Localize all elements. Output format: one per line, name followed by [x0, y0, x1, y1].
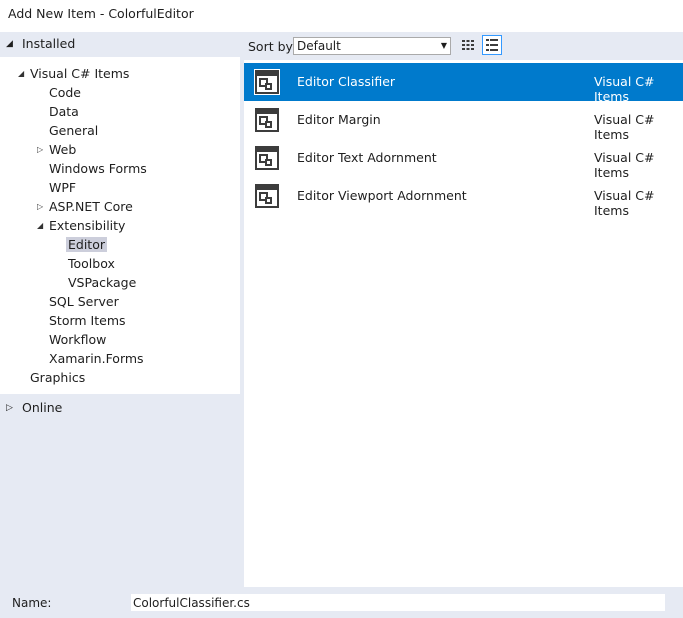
tree-item-label: VSPackage: [68, 275, 137, 290]
tree-item-label: Toolbox: [68, 256, 115, 271]
tree-item-general[interactable]: General: [49, 121, 98, 140]
tree-item-label: Visual C# Items: [30, 66, 130, 81]
tree-item-storm-items[interactable]: Storm Items: [49, 311, 126, 330]
list-view-button[interactable]: [482, 35, 502, 55]
tree-item-workflow[interactable]: Workflow: [49, 330, 106, 349]
left-pane: ◢ Installed ◢ Visual C# Items Code Data …: [0, 32, 240, 588]
online-label: Online: [22, 400, 63, 415]
bottom-bar: Name:: [0, 587, 683, 618]
tree-item-xamarin-forms[interactable]: Xamarin.Forms: [49, 349, 144, 368]
tree-item-sql-server[interactable]: SQL Server: [49, 292, 119, 311]
expanded-arrow-icon[interactable]: ◢: [6, 32, 13, 56]
tree-item-code[interactable]: Code: [49, 83, 81, 102]
tree-item-label: General: [49, 123, 99, 138]
collapsed-arrow-icon[interactable]: ▷: [6, 396, 13, 420]
tree-item-label: Storm Items: [49, 313, 126, 328]
toolbar: Sort by: Default ▼: [244, 32, 683, 60]
category-tree: ◢ Visual C# Items Code Data General ▷ We…: [0, 57, 240, 394]
tree-item-visual-csharp-items[interactable]: ◢ Visual C# Items: [18, 64, 130, 83]
tree-item-wpf[interactable]: WPF: [49, 178, 76, 197]
template-item-editor-viewport-adornment[interactable]: Editor Viewport Adornment Visual C# Item…: [244, 177, 683, 218]
online-header[interactable]: ▷ Online: [0, 396, 240, 420]
sort-by-dropdown[interactable]: Default ▼: [293, 37, 451, 55]
tree-item-data[interactable]: Data: [49, 102, 79, 121]
editor-template-icon: [255, 184, 279, 208]
editor-template-icon: [254, 69, 280, 95]
tree-item-windows-forms[interactable]: Windows Forms: [49, 159, 147, 178]
tree-item-label: ASP.NET Core: [49, 199, 133, 214]
editor-template-icon: [255, 146, 279, 170]
installed-header[interactable]: ◢ Installed: [0, 32, 240, 56]
grid-view-icon: [462, 40, 474, 50]
sort-by-label: Sort by:: [248, 39, 297, 54]
tree-item-label: Data: [49, 104, 79, 119]
tree-item-label: Xamarin.Forms: [49, 351, 144, 366]
template-category: Visual C# Items: [594, 188, 655, 218]
tree-item-extensibility[interactable]: ◢ Extensibility: [37, 216, 126, 235]
template-name: Editor Margin: [297, 112, 381, 127]
tree-item-label: SQL Server: [49, 294, 119, 309]
tree-item-editor[interactable]: Editor: [66, 235, 107, 254]
template-name: Editor Classifier: [297, 74, 396, 89]
template-category: Visual C# Items: [594, 74, 655, 104]
tree-item-label: Web: [49, 142, 77, 157]
tree-item-label: Graphics: [30, 370, 86, 385]
tree-item-vspackage[interactable]: VSPackage: [68, 273, 136, 292]
tree-item-aspnet-core[interactable]: ▷ ASP.NET Core: [37, 197, 133, 216]
template-category: Visual C# Items: [594, 112, 655, 142]
chevron-down-icon: ▼: [440, 41, 447, 50]
template-item-editor-classifier[interactable]: Editor Classifier Visual C# Items: [244, 63, 683, 104]
tree-item-label: WPF: [49, 180, 77, 195]
template-name: Editor Text Adornment: [297, 150, 437, 165]
tree-item-label: Windows Forms: [49, 161, 147, 176]
tree-item-web[interactable]: ▷ Web: [37, 140, 77, 159]
template-name: Editor Viewport Adornment: [297, 188, 467, 203]
tree-item-toolbox[interactable]: Toolbox: [68, 254, 115, 273]
installed-label: Installed: [22, 36, 76, 51]
template-item-editor-text-adornment[interactable]: Editor Text Adornment Visual C# Items: [244, 139, 683, 180]
tree-item-graphics[interactable]: Graphics: [30, 368, 85, 387]
tree-item-label: Extensibility: [49, 218, 126, 233]
collapsed-caret-icon[interactable]: ▷: [37, 140, 43, 159]
expanded-caret-icon[interactable]: ◢: [18, 64, 24, 83]
editor-template-icon: [255, 108, 279, 132]
expanded-caret-icon[interactable]: ◢: [37, 216, 43, 235]
dialog-title: Add New Item - ColorfulEditor: [0, 0, 683, 32]
file-name-input[interactable]: [131, 594, 665, 611]
tree-item-label: Editor: [66, 237, 107, 252]
name-label: Name:: [12, 596, 52, 610]
sort-by-value: Default: [297, 39, 341, 53]
template-category: Visual C# Items: [594, 150, 655, 180]
tree-item-label: Workflow: [49, 332, 107, 347]
template-item-editor-margin[interactable]: Editor Margin Visual C# Items: [244, 101, 683, 142]
list-view-icon: [486, 39, 498, 51]
template-list: Editor Classifier Visual C# Items Editor…: [244, 60, 683, 587]
tree-item-label: Code: [49, 85, 82, 100]
grid-view-button[interactable]: [458, 35, 478, 55]
collapsed-caret-icon[interactable]: ▷: [37, 197, 43, 216]
